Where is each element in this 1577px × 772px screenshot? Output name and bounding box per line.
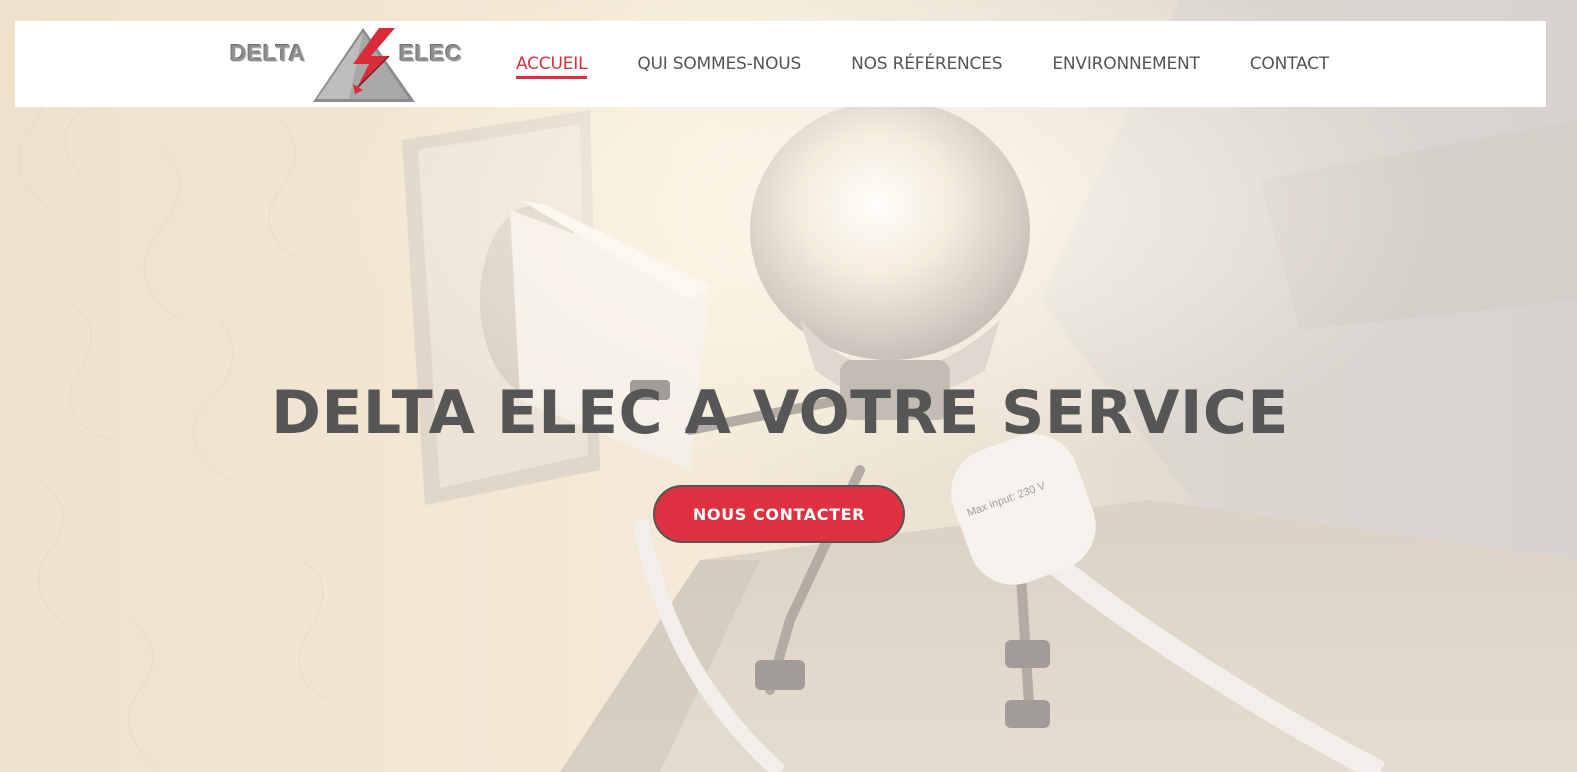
nav-item-environnement[interactable]: ENVIRONNEMENT [1052,54,1200,74]
hero-title: DELTA ELEC A VOTRE SERVICE [271,378,1289,448]
nav-item-nos-references[interactable]: NOS RÉFÉRENCES [851,54,1002,74]
logo-word-delta: DELTA [230,40,306,66]
site-header: DELTA ELEC ACCUEIL QUI SOMMES-NOUS NOS R… [15,21,1546,107]
nav-item-accueil[interactable]: ACCUEIL [516,54,588,79]
main-nav: ACCUEIL QUI SOMMES-NOUS NOS RÉFÉRENCES E… [516,21,1329,107]
nav-item-qui-sommes-nous[interactable]: QUI SOMMES-NOUS [637,54,801,74]
delta-elec-logo[interactable]: DELTA ELEC [229,24,485,106]
logo-word-elec: ELEC [399,40,463,66]
nav-item-contact[interactable]: CONTACT [1250,54,1329,74]
contact-button[interactable]: NOUS CONTACTER [653,485,905,543]
